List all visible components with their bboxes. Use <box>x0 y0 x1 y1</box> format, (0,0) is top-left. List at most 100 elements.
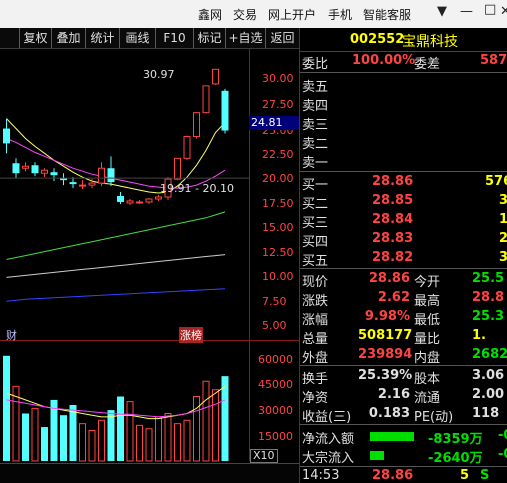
stat-label: 现价 <box>302 275 329 290</box>
fundamentals-row: 收益(三) 0.183 PE(动) 118 <box>300 406 507 425</box>
tick-price: 28.86 <box>372 468 414 483</box>
range-annotation: 19.91 - 20.10 <box>160 182 234 195</box>
volume-tick: 15000 <box>258 430 293 443</box>
divider <box>300 72 507 73</box>
buy-volume: 1 <box>499 212 507 227</box>
price-tick: 27.50 <box>262 98 294 111</box>
fund-label: 净资 <box>302 391 329 406</box>
tick-row: 14:53 28.86 5 S <box>300 468 507 483</box>
buy-label: 买五 <box>302 254 329 269</box>
dropdown-icon[interactable]: ▼ <box>437 4 447 19</box>
chart-footer <box>0 463 299 483</box>
price-tick: 17.50 <box>262 197 294 210</box>
sell-row: 卖一 <box>300 152 507 171</box>
back-button[interactable]: 返回 <box>266 28 300 48</box>
net-inflow-extra: -0 <box>498 428 507 443</box>
buy-row[interactable]: 买四 28.83 2 <box>300 231 507 250</box>
buy-price: 28.83 <box>372 231 414 246</box>
close-icon[interactable]: ✕ <box>500 4 507 19</box>
divider <box>300 268 507 269</box>
restore-rights-button[interactable]: 复权 <box>20 28 52 48</box>
fundamentals-row: 净资 2.16 流通 2.00 <box>300 387 507 406</box>
stats-row: 外盘 239894内盘 26828 <box>300 347 507 366</box>
fund-value: 118 <box>472 406 500 421</box>
maximize-icon[interactable]: □ <box>484 2 496 17</box>
sell-row: 卖三 <box>300 114 507 133</box>
draw-line-button[interactable]: 画线 <box>120 28 156 48</box>
sell-label: 卖二 <box>302 137 329 152</box>
weibi-label: 委比 <box>302 57 329 72</box>
candle-body <box>202 85 210 114</box>
price-tick: 22.50 <box>262 148 294 161</box>
price-tick: 7.50 <box>262 295 287 308</box>
stat-value: 2.62 <box>377 290 410 305</box>
candle-body <box>22 165 29 169</box>
stat-label: 量比 <box>414 332 441 347</box>
stat-label: 最低 <box>414 313 441 328</box>
buy-row[interactable]: 买三 28.84 1 <box>300 212 507 231</box>
volume-bar <box>155 416 162 462</box>
minimize-icon[interactable]: — <box>460 4 473 19</box>
stat-value: 9.98% <box>364 309 410 324</box>
volume-bar <box>126 401 134 462</box>
volume-tick: 60000 <box>258 353 293 366</box>
stat-value: 508177 <box>358 328 413 343</box>
candle-body <box>12 163 20 174</box>
divider <box>300 171 507 172</box>
volume-bar <box>136 424 143 462</box>
block-inflow-value: -2640万 <box>428 451 483 466</box>
overlay-button[interactable]: 叠加 <box>52 28 86 48</box>
tick-time: 14:53 <box>302 468 340 483</box>
buy-label: 买四 <box>302 235 329 250</box>
sell-row: 卖四 <box>300 95 507 114</box>
candle-body <box>183 135 191 159</box>
fund-label: 换手 <box>302 372 329 387</box>
weicha-value: 5876 <box>480 53 507 68</box>
candle-body <box>117 196 124 202</box>
candle-body <box>31 165 39 174</box>
moving-average-line <box>6 211 226 260</box>
buy-price: 28.85 <box>372 193 414 208</box>
buy-row[interactable]: 买二 28.85 3 <box>300 193 507 212</box>
price-tick: 15.00 <box>262 221 294 234</box>
chart-toolbar: 复权 叠加 统计 画线 F10 标记 +自选 返回 <box>0 28 300 49</box>
price-tick: 30.00 <box>262 72 294 85</box>
stats-row: 现价 28.86 今开 25.5 <box>300 271 507 290</box>
stats-row: 涨跌 2.62 最高 28.8 <box>300 290 507 309</box>
buy-row[interactable]: 买一 28.86 5766 <box>300 174 507 193</box>
high-price-annotation: 30.97 <box>143 68 175 81</box>
candle-body <box>145 198 153 203</box>
stock-name: 宝鼎科技 <box>402 34 458 50</box>
stats-row: 涨幅 9.98% 最低 25.3 <box>300 309 507 328</box>
menu-item-trade[interactable]: 交易 <box>233 6 257 23</box>
statistics-button[interactable]: 统计 <box>86 28 120 48</box>
menu-item-open-account[interactable]: 网上开户 <box>268 6 316 23</box>
weibi-row: 委比 100.00% 委差 5876 <box>300 53 507 72</box>
buy-row[interactable]: 买五 28.82 3 <box>300 250 507 269</box>
candle-body <box>126 200 134 204</box>
menu-item-support[interactable]: 智能客服 <box>363 6 411 23</box>
net-inflow-label: 净流入额 <box>302 432 355 447</box>
menu-bar: 鑫网 交易 网上开户 手机 智能客服 ▼ — □ ✕ <box>0 0 507 28</box>
divider <box>300 365 507 366</box>
tick-side: S <box>480 468 490 483</box>
add-watchlist-button[interactable]: +自选 <box>226 28 266 48</box>
fund-value: 0.183 <box>368 406 410 421</box>
volume-chart[interactable] <box>0 341 249 463</box>
toolbar-spacer <box>0 28 20 48</box>
fund-value: 25.39% <box>358 368 413 383</box>
f10-button[interactable]: F10 <box>156 28 194 48</box>
buy-label: 买二 <box>302 197 329 212</box>
mark-button[interactable]: 标记 <box>194 28 226 48</box>
sell-label: 卖一 <box>302 156 329 171</box>
menu-item-mobile[interactable]: 手机 <box>328 6 352 23</box>
fund-label: PE(动) <box>414 410 454 425</box>
stat-value: 25.5 <box>472 271 505 286</box>
price-tick: 20.00 <box>262 172 294 185</box>
tick-volume: 5 <box>460 468 470 483</box>
candle-body <box>98 167 105 184</box>
menu-item-xinwang[interactable]: 鑫网 <box>198 6 222 23</box>
candle-body <box>193 112 200 137</box>
buy-label: 买三 <box>302 216 329 231</box>
stat-label: 最高 <box>414 294 441 309</box>
